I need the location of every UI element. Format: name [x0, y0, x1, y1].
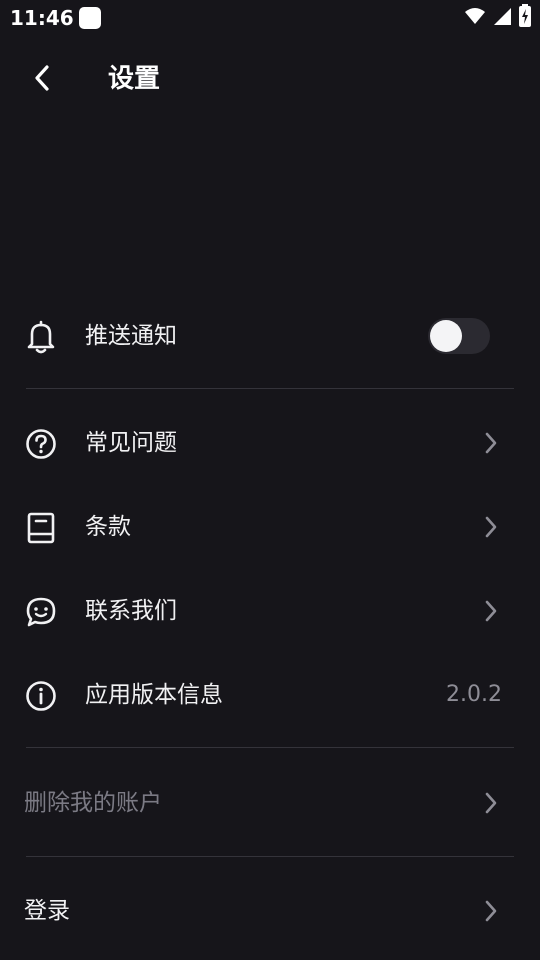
settings-row-label: 删除我的账户: [24, 790, 162, 816]
page-title: 设置: [108, 64, 161, 94]
settings-row-delete-account[interactable]: 删除我的账户: [0, 773, 540, 833]
notifications-toggle[interactable]: [428, 318, 490, 354]
question-circle-icon: [24, 427, 58, 461]
back-button[interactable]: [22, 58, 62, 98]
settings-row-label: 应用版本信息: [85, 682, 223, 708]
book-icon: [24, 511, 58, 545]
settings-row-contact[interactable]: 联系我们: [0, 581, 540, 641]
settings-row-label: 推送通知: [85, 323, 177, 349]
chevron-right-icon: [480, 431, 502, 455]
bell-icon: [24, 320, 58, 354]
cellular-signal-icon: [492, 6, 512, 30]
info-circle-icon: [24, 679, 58, 713]
settings-row-version: 应用版本信息 2.0.2: [0, 665, 540, 725]
settings-row-label: 条款: [85, 514, 131, 540]
divider: [26, 856, 514, 857]
settings-row-label: 登录: [24, 898, 70, 924]
settings-row-terms[interactable]: 条款: [0, 497, 540, 557]
divider: [26, 747, 514, 748]
settings-row-label: 常见问题: [85, 430, 177, 456]
status-icons: [464, 4, 532, 32]
settings-row-faq[interactable]: 常见问题: [0, 413, 540, 473]
chevron-right-icon: [480, 515, 502, 539]
chevron-right-icon: [480, 791, 502, 815]
battery-charging-icon: [518, 4, 532, 32]
app-version-value: 2.0.2: [446, 682, 502, 707]
divider: [26, 388, 514, 389]
app-notification-icon: [79, 7, 101, 29]
wifi-icon: [464, 6, 486, 30]
settings-row-login[interactable]: 登录: [0, 881, 540, 941]
toggle-knob: [430, 320, 462, 352]
chevron-right-icon: [480, 599, 502, 623]
settings-row-label: 联系我们: [85, 598, 177, 624]
chevron-right-icon: [480, 899, 502, 923]
chat-smile-icon: [24, 595, 58, 629]
chevron-left-icon: [35, 65, 49, 91]
settings-row-notifications: 推送通知: [0, 306, 540, 366]
status-bar: 11:46: [0, 0, 540, 36]
status-time: 11:46: [10, 6, 74, 30]
